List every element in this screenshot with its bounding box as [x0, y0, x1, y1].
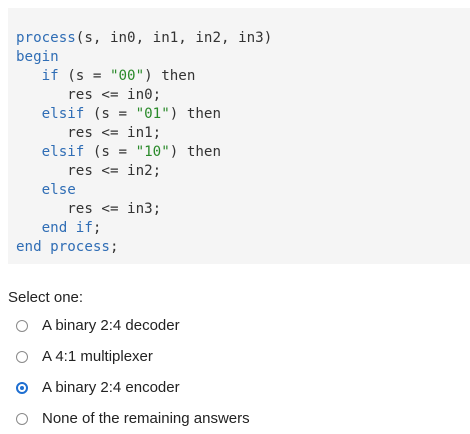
code-line: process(s, in0, in1, in2, in3): [16, 29, 470, 48]
radio-button[interactable]: [16, 350, 28, 363]
answer-option[interactable]: A binary 2:4 decoder: [16, 310, 250, 341]
code-line: res <= in3;: [16, 200, 470, 219]
code-line: elsif (s = "10") then: [16, 143, 470, 162]
code-string: "01": [135, 106, 170, 122]
code-line: res <= in0;: [16, 86, 470, 105]
code-string: "00": [109, 68, 145, 84]
answer-option-label: None of the remaining answers: [42, 410, 250, 427]
code-line: else: [16, 181, 470, 200]
code-keyword: begin: [16, 49, 59, 65]
code-text: (s =: [84, 144, 136, 160]
code-keyword: end if: [41, 220, 93, 236]
code-line: res <= in1;: [16, 124, 470, 143]
code-text: (s =: [84, 106, 136, 122]
radio-button-selected[interactable]: [16, 381, 28, 394]
code-text: res <= in0;: [16, 87, 162, 103]
code-keyword: elsif: [41, 106, 85, 122]
code-line: begin: [16, 48, 470, 67]
code-text: ) then: [144, 68, 196, 84]
code-keyword: elsif: [41, 144, 85, 160]
question-prompt: Select one:: [8, 289, 84, 306]
answer-option-label: A binary 2:4 encoder: [42, 379, 180, 396]
code-text: res <= in1;: [16, 125, 162, 141]
code-text: (s =: [58, 68, 110, 84]
answer-option-label: A 4:1 multiplexer: [42, 348, 153, 365]
code-text: (s, in0, in1, in2, in3): [75, 30, 273, 46]
radio-button[interactable]: [16, 319, 28, 332]
code-line: end process;: [16, 238, 470, 257]
answer-option-label: A binary 2:4 decoder: [42, 317, 180, 334]
code-text: res <= in3;: [16, 201, 162, 217]
code-string: "10": [135, 144, 170, 160]
code-line: if (s = "00") then: [16, 67, 470, 86]
code-line: res <= in2;: [16, 162, 470, 181]
code-line: end if;: [16, 219, 470, 238]
code-keyword: process: [16, 30, 76, 46]
answer-option[interactable]: A 4:1 multiplexer: [16, 341, 250, 372]
code-keyword: if: [41, 68, 59, 84]
code-line: elsif (s = "01") then: [16, 105, 470, 124]
code-block: process(s, in0, in1, in2, in3) begin if (…: [8, 8, 470, 264]
answer-options: A binary 2:4 decoder A 4:1 multiplexer A b…: [16, 310, 250, 434]
answer-option[interactable]: A binary 2:4 encoder: [16, 372, 250, 403]
code-text: res <= in2;: [16, 163, 162, 179]
code-text: ) then: [169, 144, 222, 160]
code-text: ;: [109, 239, 119, 255]
code-text: ;: [92, 220, 102, 236]
code-keyword: else: [41, 182, 76, 198]
radio-button[interactable]: [16, 412, 28, 425]
code-text: ) then: [169, 106, 222, 122]
code-keyword: end process: [16, 239, 110, 255]
answer-option[interactable]: None of the remaining answers: [16, 403, 250, 434]
